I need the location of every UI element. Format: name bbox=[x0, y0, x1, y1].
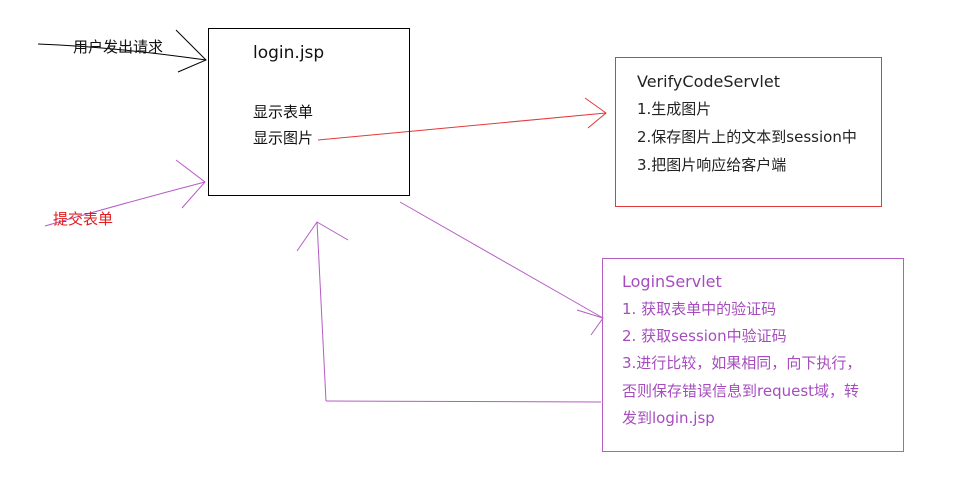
login-jsp-title: login.jsp bbox=[253, 43, 325, 63]
verify-servlet-step: 1.生成图片 bbox=[637, 100, 712, 118]
login-servlet-title: LoginServlet bbox=[622, 272, 722, 291]
login-jsp-item: 显示图片 bbox=[253, 129, 314, 147]
login-jsp-box: login.jsp 显示表单 显示图片 bbox=[208, 28, 410, 196]
submit-form-label: 提交表单 bbox=[53, 210, 114, 228]
login-servlet-step: 否则保存错误信息到request域，转 bbox=[622, 382, 860, 400]
verify-servlet-title: VerifyCodeServlet bbox=[637, 72, 780, 91]
login-servlet-box: LoginServlet 1. 获取表单中的验证码 2. 获取session中验… bbox=[602, 258, 904, 452]
verify-servlet-step: 3.把图片响应给客户端 bbox=[637, 156, 787, 174]
submit-to-servlet-arrow bbox=[399, 201, 604, 336]
login-servlet-step: 3.进行比较，如果相同，向下执行， bbox=[622, 354, 862, 372]
verify-servlet-step: 2.保存图片上的文本到session中 bbox=[637, 128, 857, 146]
login-servlet-step: 1. 获取表单中的验证码 bbox=[622, 300, 777, 318]
login-servlet-step: 发到login.jsp bbox=[622, 409, 715, 427]
login-jsp-item: 显示表单 bbox=[253, 103, 314, 121]
user-request-label: 用户发出请求 bbox=[73, 38, 164, 56]
login-servlet-step: 2. 获取session中验证码 bbox=[622, 327, 787, 345]
verify-code-servlet-box: VerifyCodeServlet 1.生成图片 2.保存图片上的文本到sess… bbox=[615, 57, 882, 207]
forward-back-arrow bbox=[296, 221, 602, 403]
